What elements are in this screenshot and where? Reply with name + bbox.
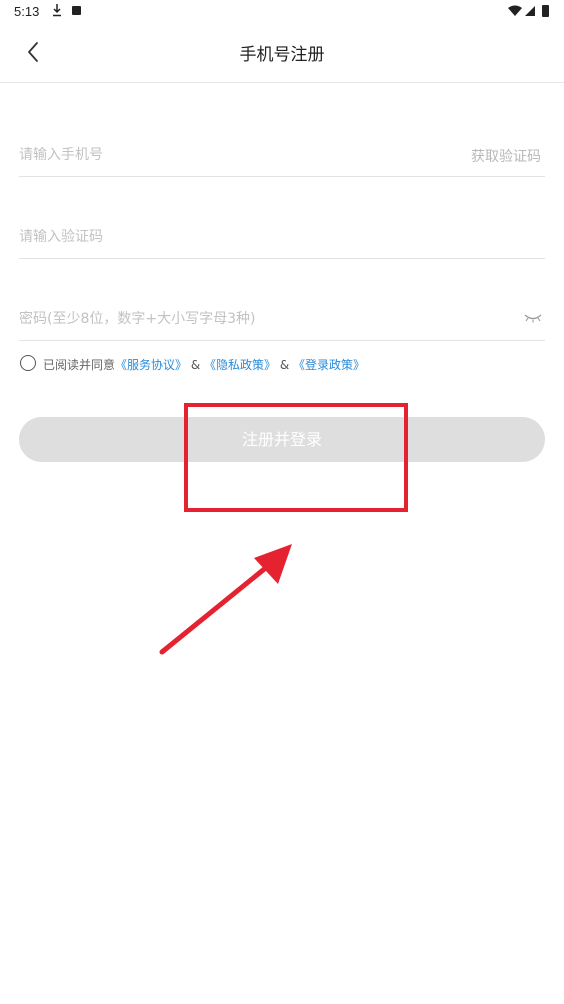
agreement-prefix: 已阅读并同意	[43, 358, 116, 372]
agreement-text: 已阅读并同意《服务协议》 & 《隐私政策》 & 《登录政策》	[43, 356, 365, 373]
code-field	[19, 218, 545, 259]
password-field	[19, 300, 545, 341]
status-bar: 5:13	[0, 0, 564, 24]
status-time: 5:13	[14, 4, 40, 19]
service-agreement-link[interactable]: 《服务协议》	[115, 358, 187, 372]
agreement-separator: &	[276, 358, 294, 372]
eye-closed-icon[interactable]	[523, 312, 543, 324]
signal-icon	[525, 6, 535, 16]
agreement-separator: &	[187, 358, 205, 372]
header: 手机号注册	[0, 24, 564, 83]
battery-icon	[542, 5, 549, 17]
privacy-policy-link[interactable]: 《隐私政策》	[204, 358, 276, 372]
get-code-button[interactable]: 获取验证码	[471, 146, 541, 166]
phone-field: 获取验证码	[19, 136, 545, 177]
annotation-highlight-box	[184, 403, 408, 512]
status-icons	[508, 5, 549, 17]
agree-checkbox[interactable]	[20, 355, 36, 371]
phone-input[interactable]	[19, 142, 439, 168]
app-notification-icon	[72, 6, 81, 15]
page-title: 手机号注册	[239, 45, 325, 65]
download-icon	[53, 4, 61, 17]
password-input[interactable]	[19, 306, 439, 332]
login-policy-link[interactable]: 《登录政策》	[293, 358, 365, 372]
wifi-icon	[508, 5, 522, 16]
code-input[interactable]	[19, 224, 439, 250]
annotation-arrow-icon	[159, 544, 292, 655]
